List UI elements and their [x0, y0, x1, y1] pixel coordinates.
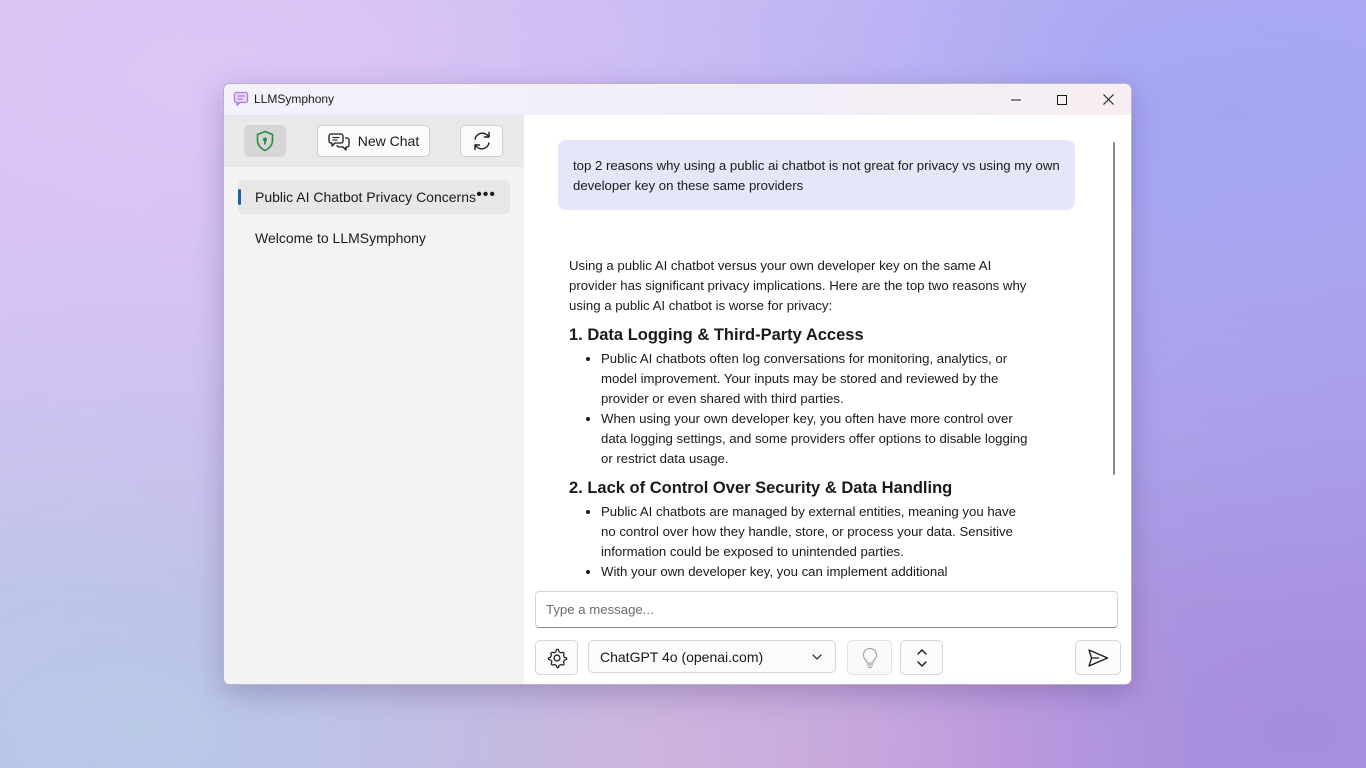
chat-scrollbar[interactable]	[1113, 142, 1115, 475]
minimize-button[interactable]	[993, 84, 1039, 115]
minimize-icon	[1011, 99, 1021, 100]
chevron-down-icon	[812, 654, 822, 660]
settings-button[interactable]	[535, 640, 578, 675]
bullet-list: Public AI chatbots often log conversatio…	[569, 349, 1029, 469]
app-logo-icon	[233, 91, 249, 107]
reasoning-toggle-button[interactable]	[847, 640, 892, 675]
assistant-intro: Using a public AI chatbot versus your ow…	[569, 258, 1027, 313]
bullet-item: With your own developer key, you can imp…	[601, 562, 1029, 582]
chat-list-item-selected[interactable]: Public AI Chatbot Privacy Concerns •••	[238, 180, 510, 214]
assistant-message: Using a public AI chatbot versus your ow…	[569, 256, 1029, 582]
privacy-toggle-button[interactable]	[244, 125, 286, 157]
bullet-list: Public AI chatbots are managed by extern…	[569, 502, 1029, 582]
chat-bubbles-icon	[328, 133, 350, 151]
new-chat-button[interactable]: New Chat	[317, 125, 430, 157]
sidebar-toolbar: New Chat	[224, 115, 524, 167]
model-dropdown-value: ChatGPT 4o (openai.com)	[600, 649, 764, 665]
shield-icon	[256, 130, 274, 152]
app-window: LLMSymphony New Chat Public AI Chatbot P…	[223, 83, 1132, 685]
chat-list-item[interactable]: Welcome to LLMSymphony	[238, 221, 510, 255]
maximize-button[interactable]	[1039, 84, 1085, 115]
section-heading: 1. Data Logging & Third-Party Access	[569, 326, 864, 344]
chat-list-item-label: Welcome to LLMSymphony	[255, 230, 426, 246]
refresh-icon	[473, 131, 490, 151]
close-icon	[1102, 94, 1114, 105]
chat-panel: top 2 reasons why using a public ai chat…	[524, 115, 1131, 684]
title-bar[interactable]: LLMSymphony	[224, 84, 1131, 115]
gear-icon	[547, 648, 567, 668]
lightbulb-icon	[862, 647, 877, 668]
model-dropdown[interactable]: ChatGPT 4o (openai.com)	[588, 640, 836, 673]
message-input[interactable]: Type a message...	[535, 591, 1118, 628]
expand-vertical-icon	[916, 648, 927, 667]
window-title: LLMSymphony	[254, 92, 335, 106]
chat-list-item-label: Public AI Chatbot Privacy Concerns	[255, 189, 476, 205]
section-heading: 2. Lack of Control Over Security & Data …	[569, 479, 953, 497]
refresh-button[interactable]	[460, 125, 503, 157]
bullet-item: Public AI chatbots often log conversatio…	[601, 349, 1029, 409]
expand-input-button[interactable]	[900, 640, 943, 675]
sidebar: New Chat Public AI Chatbot Privacy Conce…	[224, 115, 524, 684]
bullet-item: Public AI chatbots are managed by extern…	[601, 502, 1029, 562]
selection-indicator	[238, 189, 241, 205]
new-chat-label: New Chat	[357, 133, 420, 149]
more-options-button[interactable]: •••	[476, 186, 496, 204]
maximize-icon	[1057, 94, 1067, 105]
send-button[interactable]	[1075, 640, 1121, 675]
user-message-bubble: top 2 reasons why using a public ai chat…	[558, 140, 1075, 210]
bullet-item: When using your own developer key, you o…	[601, 409, 1029, 469]
close-button[interactable]	[1085, 84, 1131, 115]
send-icon	[1088, 648, 1109, 667]
